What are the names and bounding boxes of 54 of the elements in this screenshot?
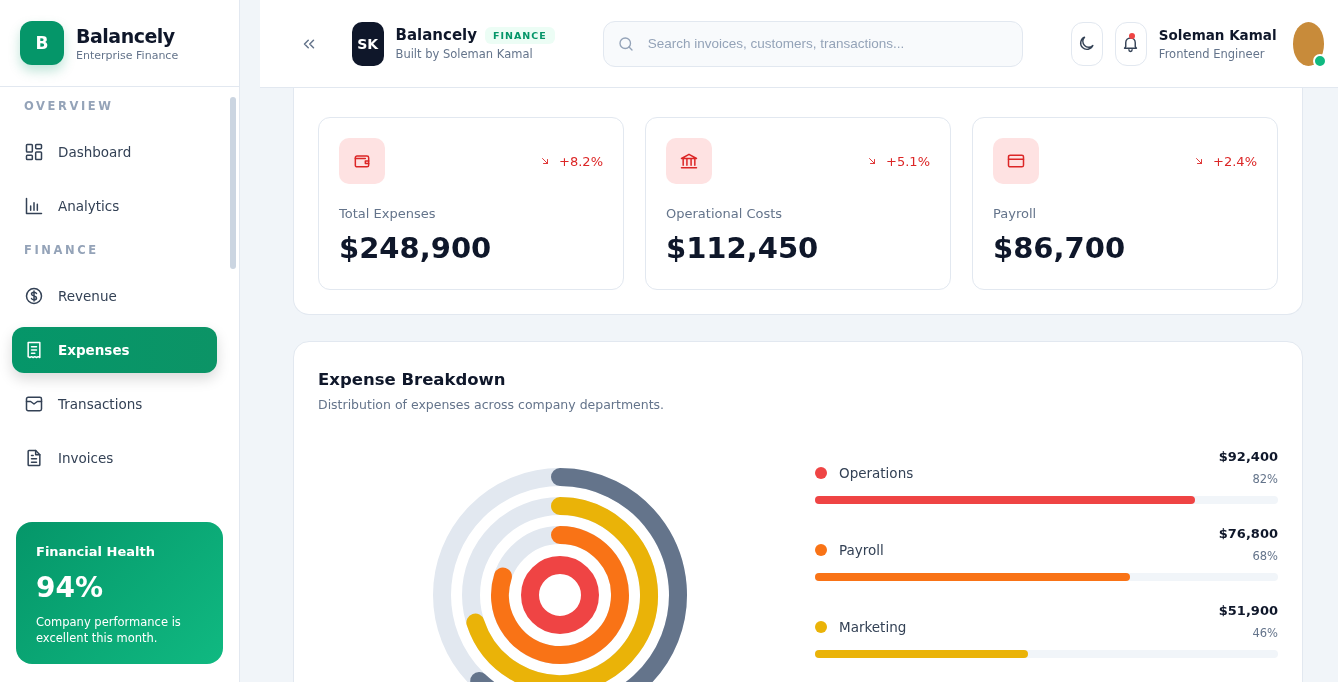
notifications-button[interactable] xyxy=(1114,21,1147,66)
bar-chart-icon xyxy=(24,196,44,216)
bank-icon xyxy=(679,151,699,171)
inbox-icon xyxy=(24,394,44,414)
stat-value: $112,450 xyxy=(666,231,819,265)
department-name: Payroll xyxy=(839,541,884,558)
card-title: Expense Breakdown xyxy=(318,370,506,389)
change-value: +8.2% xyxy=(559,153,603,169)
moon-icon xyxy=(1077,34,1097,53)
nav-item[interactable]: Transactions xyxy=(12,381,217,427)
brand-name: Balancely xyxy=(76,24,176,47)
grid-icon xyxy=(24,142,44,162)
brand-tagline: Enterprise Finance xyxy=(76,48,179,62)
department-name: Marketing xyxy=(839,618,907,635)
health-score: 94% xyxy=(36,571,104,604)
stat-label: Payroll xyxy=(993,206,1037,221)
dollar-circle-icon xyxy=(24,286,44,306)
initials-avatar: SK xyxy=(352,21,384,66)
amount: $76,800 xyxy=(1218,526,1278,541)
stat-label: Operational Costs xyxy=(666,206,783,221)
change-value: +2.4% xyxy=(1213,153,1257,169)
nav-item[interactable]: Invoices xyxy=(12,435,217,481)
percent: 68% xyxy=(1252,549,1278,563)
nav-item[interactable]: Revenue xyxy=(12,273,217,319)
percent: 82% xyxy=(1252,472,1278,486)
user-role: Frontend Engineer xyxy=(1158,46,1265,61)
app-name: Balancely xyxy=(395,26,477,44)
receipt-icon xyxy=(24,340,44,360)
stat-value: $248,900 xyxy=(339,231,492,265)
scrollbar[interactable] xyxy=(230,97,236,269)
byline: Built by Soleman Kamal xyxy=(395,47,533,61)
search-field[interactable]: Search invoices, customers, transactions... xyxy=(602,20,1023,67)
nav-section-label: OVERVIEW xyxy=(23,98,115,115)
theme-toggle-button[interactable] xyxy=(1070,21,1103,66)
stat-label: Total Expenses xyxy=(339,206,436,221)
percent: 46% xyxy=(1252,626,1278,640)
stat-value: $86,700 xyxy=(993,231,1126,265)
card-subtitle: Distribution of expenses across company departments. xyxy=(318,397,665,412)
credit-card-icon xyxy=(1006,151,1026,171)
nav-section-label: FINANCE xyxy=(23,242,100,259)
department-name: Operations xyxy=(839,464,914,481)
amount: $92,400 xyxy=(1218,449,1278,464)
finance-badge: FINANCE xyxy=(485,26,555,44)
nav-item[interactable]: Expenses xyxy=(12,327,217,373)
document-icon xyxy=(24,448,44,468)
brand-logo: B xyxy=(20,21,64,65)
health-title: Financial Health xyxy=(36,544,155,559)
nav-item[interactable]: Dashboard xyxy=(12,129,217,175)
amount: $51,900 xyxy=(1218,603,1278,618)
user-name: Soleman Kamal xyxy=(1158,26,1277,43)
health-note: Company performance is excellent this month. xyxy=(36,614,182,646)
nav-item[interactable]: Analytics xyxy=(12,183,217,229)
avatar-circle[interactable] xyxy=(1292,21,1324,66)
change-value: +5.1% xyxy=(886,153,930,169)
